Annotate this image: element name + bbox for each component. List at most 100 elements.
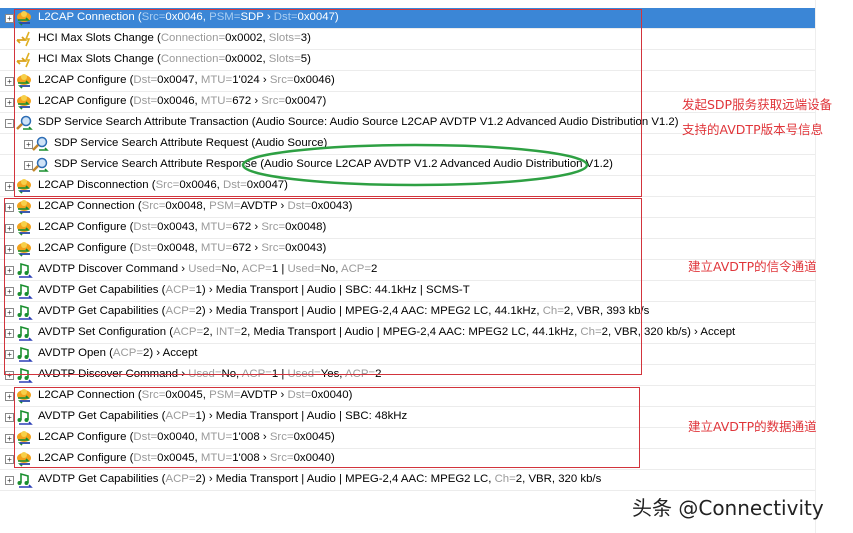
field-key: Used= <box>188 263 222 275</box>
l2cap-icon <box>15 388 33 404</box>
expand-icon[interactable]: + <box>5 203 14 212</box>
field-value: 2, VBR, 393 kb/s <box>563 305 650 317</box>
expand-icon[interactable]: + <box>5 455 14 464</box>
tree-row-avdtp[interactable]: + AVDTP Open (ACP=2) › Accept <box>0 344 815 365</box>
tree-row-hci[interactable]: HCI Max Slots Change (Connection=0x0002,… <box>0 29 815 50</box>
field-value: L2CAP Configure ( <box>38 74 134 86</box>
row-label: L2CAP Disconnection (Src=0x0046, Dst=0x0… <box>38 179 288 191</box>
avdtp-icon <box>15 283 33 299</box>
row-label: L2CAP Connection (Src=0x0045, PSM=AVDTP … <box>38 389 352 401</box>
field-value: SDP Service Search Attribute Transaction… <box>38 116 679 128</box>
field-value: L2CAP Configure ( <box>38 452 134 464</box>
tree-row-l2cap[interactable]: + L2CAP Connection (Src=0x0045, PSM=AVDTP… <box>0 386 815 407</box>
tree-row-avdtp[interactable]: + AVDTP Get Capabilities (ACP=2) › Media … <box>0 470 815 491</box>
field-key: PSM= <box>209 389 241 401</box>
expand-icon[interactable]: + <box>5 329 14 338</box>
tree-row-l2cap[interactable]: + L2CAP Configure (Dst=0x0043, MTU=672 › … <box>0 218 815 239</box>
tree-row-l2cap[interactable]: + L2CAP Configure (Dst=0x0047, MTU=1'024 … <box>0 71 815 92</box>
expand-icon[interactable]: + <box>5 224 14 233</box>
avdtp-icon <box>15 325 33 341</box>
field-value: 1 | <box>271 368 288 380</box>
tree-row-l2cap[interactable]: + L2CAP Disconnection (Src=0x0046, Dst=0x… <box>0 176 815 197</box>
tree-row-avdtp[interactable]: + AVDTP Get Capabilities (ACP=2) › Media … <box>0 302 815 323</box>
tree-row-avdtp[interactable]: + AVDTP Discover Command › Used=No, ACP=1… <box>0 365 815 386</box>
expand-icon[interactable]: + <box>5 182 14 191</box>
field-key: Slots= <box>268 53 301 65</box>
field-value: 0x0045) <box>293 431 335 443</box>
field-key: Src= <box>261 221 286 233</box>
field-key: MTU= <box>200 452 233 464</box>
expand-icon[interactable]: + <box>5 413 14 422</box>
field-value: 0x0043) <box>285 242 327 254</box>
field-key: Connection= <box>160 32 226 44</box>
annotation-sdp-1: 发起SDP服务获取远端设备 <box>682 97 833 112</box>
avdtp-icon <box>15 367 33 383</box>
field-value: 1 | <box>271 263 288 275</box>
tree-row-l2cap[interactable]: + L2CAP Configure (Dst=0x0045, MTU=1'008 … <box>0 449 815 470</box>
row-label: AVDTP Open (ACP=2) › Accept <box>38 347 197 359</box>
l2cap-icon <box>15 94 33 110</box>
field-value: 1'024 › <box>232 74 270 86</box>
tree-row-l2cap[interactable]: + L2CAP Connection (Src=0x0048, PSM=AVDTP… <box>0 197 815 218</box>
field-value: 1) › Media Transport | Audio | SBC: 44.1… <box>195 284 470 296</box>
tree-row-avdtp[interactable]: + AVDTP Set Configuration (ACP=2, INT=2, … <box>0 323 815 344</box>
field-value: 0x0047, <box>157 74 201 86</box>
row-label: AVDTP Get Capabilities (ACP=1) › Media T… <box>38 410 407 422</box>
row-label: AVDTP Set Configuration (ACP=2, INT=2, M… <box>38 326 735 338</box>
field-value: 0x0040) <box>293 452 335 464</box>
expand-icon[interactable]: + <box>5 77 14 86</box>
field-key: PSM= <box>209 200 241 212</box>
row-label: L2CAP Configure (Dst=0x0040, MTU=1'008 ›… <box>38 431 335 443</box>
expand-icon[interactable]: + <box>5 392 14 401</box>
field-value: 0x0040) <box>311 389 353 401</box>
expand-icon[interactable]: + <box>5 434 14 443</box>
field-value: 1) › Media Transport | Audio | SBC: 48kH… <box>195 410 408 422</box>
field-key: ACP= <box>340 263 372 275</box>
field-value: 672 › <box>232 221 262 233</box>
expand-icon[interactable]: + <box>5 308 14 317</box>
collapse-icon[interactable]: − <box>5 119 14 128</box>
field-value: 672 › <box>232 95 262 107</box>
field-value: No, <box>221 368 242 380</box>
field-key: Dst= <box>223 179 247 191</box>
field-value: 0x0043) <box>311 200 353 212</box>
expand-icon[interactable]: + <box>5 245 14 254</box>
tree-row-avdtp[interactable]: + AVDTP Get Capabilities (ACP=1) › Media … <box>0 281 815 302</box>
l2cap-icon <box>15 10 33 26</box>
field-key: Ch= <box>580 326 602 338</box>
field-key: ACP= <box>165 410 196 422</box>
field-value: L2CAP Disconnection ( <box>38 179 156 191</box>
field-value: 672 › <box>232 242 262 254</box>
field-key: MTU= <box>200 74 233 86</box>
row-label: AVDTP Discover Command › Used=No, ACP=1 … <box>38 368 381 380</box>
expand-icon[interactable]: + <box>5 476 14 485</box>
avdtp-icon <box>15 472 33 488</box>
expand-icon[interactable]: + <box>5 98 14 107</box>
tree-row-hci[interactable]: HCI Max Slots Change (Connection=0x0002,… <box>0 50 815 71</box>
field-value: 0x0046, <box>179 179 224 191</box>
field-value: L2CAP Configure ( <box>38 242 134 254</box>
row-label: L2CAP Configure (Dst=0x0045, MTU=1'008 ›… <box>38 452 335 464</box>
row-label: AVDTP Get Capabilities (ACP=2) › Media T… <box>38 473 601 485</box>
expand-icon[interactable]: + <box>5 350 14 359</box>
annotation-signaling: 建立AVDTP的信令通道 <box>688 259 817 274</box>
tree-row-sdp[interactable]: + SDP Service Search Attribute Response (… <box>0 155 815 176</box>
expand-icon[interactable]: + <box>5 266 14 275</box>
sdp-icon <box>31 157 49 173</box>
field-value: 0x0046, <box>165 11 210 23</box>
expand-icon[interactable]: + <box>5 287 14 296</box>
hci-icon <box>15 52 33 68</box>
field-key: Dst= <box>133 452 158 464</box>
field-value: AVDTP Get Capabilities ( <box>38 305 166 317</box>
field-key: Src= <box>155 179 180 191</box>
tree-row-l2cap[interactable]: + L2CAP Connection (Src=0x0046, PSM=SDP ›… <box>0 8 815 29</box>
expand-icon[interactable]: + <box>5 371 14 380</box>
avdtp-icon <box>15 262 33 278</box>
field-value: 0x0048) <box>285 221 327 233</box>
l2cap-icon <box>15 451 33 467</box>
expand-icon[interactable]: + <box>5 14 14 23</box>
avdtp-icon <box>15 304 33 320</box>
field-key: Used= <box>287 368 321 380</box>
field-key: Src= <box>141 200 166 212</box>
field-value: 0x0048, <box>157 242 201 254</box>
